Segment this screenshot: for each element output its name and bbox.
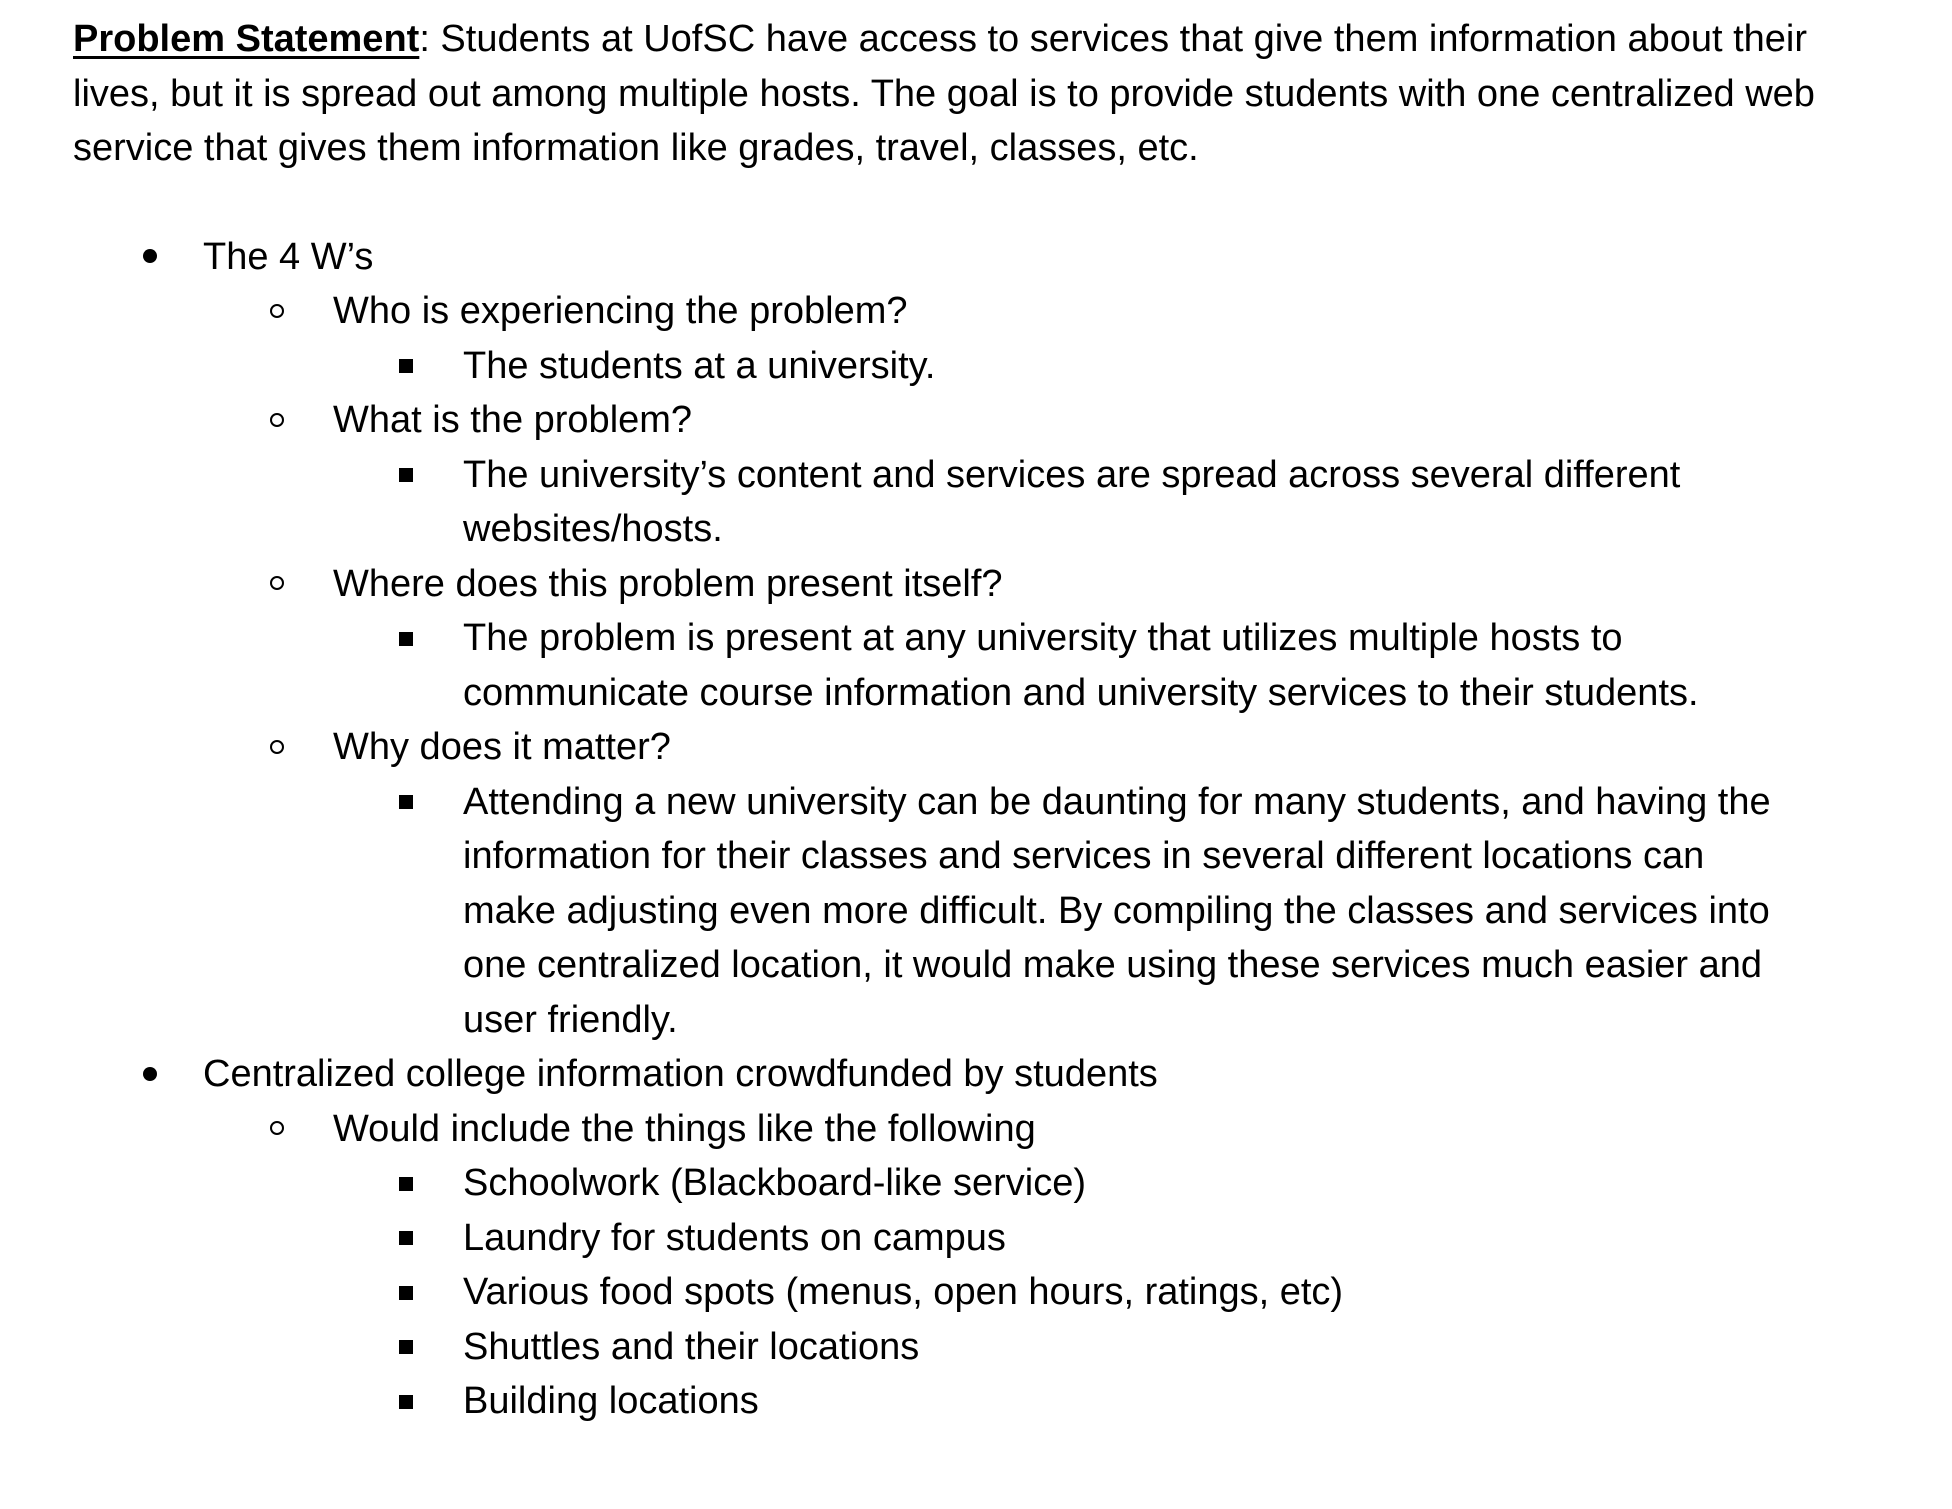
sub-sub-list: The students at a university.	[333, 339, 1893, 394]
list-item: Would include the things like the follow…	[73, 1102, 1893, 1429]
sub-sub-list: The problem is present at any university…	[333, 611, 1893, 720]
list-item: The problem is present at any university…	[73, 611, 1893, 720]
bullet-text: Centralized college information crowdfun…	[203, 1053, 1158, 1095]
item-text: The students at a university.	[463, 344, 936, 387]
square-bullet-icon	[391, 1211, 421, 1266]
list-item: The university’s content and services ar…	[73, 448, 1893, 557]
list-item: Centralized college information crowdfun…	[73, 1047, 1893, 1429]
item-text: Various food spots (menus, open hours, r…	[463, 1271, 1344, 1313]
list-item: Why does it matter? Attending a new univ…	[73, 720, 1893, 1047]
sub-bullet-text: Why does it matter?	[333, 726, 671, 768]
hollow-circle-bullet-icon	[262, 557, 292, 612]
list-item: Laundry for students on campus	[73, 1211, 1893, 1266]
bullet-list: The 4 W’s Who is experiencing the proble…	[73, 230, 1893, 1429]
item-text: The problem is present at any university…	[463, 617, 1699, 714]
sub-bullet-text: Would include the things like the follow…	[333, 1107, 1036, 1150]
hollow-circle-bullet-icon	[262, 720, 292, 775]
item-text: Attending a new university can be daunti…	[463, 780, 1771, 1041]
list-item: Building locations	[73, 1374, 1893, 1429]
list-item: Where does this problem present itself? …	[73, 557, 1893, 721]
square-bullet-icon	[391, 611, 421, 666]
sub-sub-list: The university’s content and services ar…	[333, 448, 1893, 557]
square-bullet-icon	[391, 339, 421, 394]
sub-list: Who is experiencing the problem? The stu…	[203, 284, 1893, 1047]
square-bullet-icon	[391, 1320, 421, 1375]
bullet-text: The 4 W’s	[203, 235, 374, 278]
hollow-circle-bullet-icon	[262, 1102, 292, 1157]
item-text: Building locations	[463, 1380, 759, 1422]
square-bullet-icon	[391, 448, 421, 503]
item-text: Laundry for students on campus	[463, 1216, 1006, 1259]
list-item: What is the problem? The university’s co…	[73, 393, 1893, 557]
hollow-circle-bullet-icon	[262, 393, 292, 448]
hollow-circle-bullet-icon	[262, 284, 292, 339]
sub-bullet-text: Where does this problem present itself?	[333, 562, 1003, 605]
list-item: Who is experiencing the problem? The stu…	[73, 284, 1893, 393]
filled-circle-bullet-icon	[135, 1047, 165, 1102]
list-item: Various food spots (menus, open hours, r…	[73, 1265, 1893, 1320]
sub-bullet-text: Who is experiencing the problem?	[333, 290, 908, 332]
list-item: The 4 W’s Who is experiencing the proble…	[73, 230, 1893, 1048]
item-text: The university’s content and services ar…	[463, 453, 1681, 551]
sub-sub-list: Attending a new university can be daunti…	[333, 775, 1893, 1048]
document-body: Problem Statement: Students at UofSC hav…	[73, 12, 1893, 1429]
filled-circle-bullet-icon	[135, 230, 165, 285]
list-item: Schoolwork (Blackboard-like service)	[73, 1156, 1893, 1211]
sub-bullet-text: What is the problem?	[333, 399, 693, 441]
square-bullet-icon	[391, 1265, 421, 1320]
square-bullet-icon	[391, 1374, 421, 1429]
item-text: Schoolwork (Blackboard-like service)	[463, 1162, 1086, 1204]
problem-statement-label: Problem Statement	[73, 18, 420, 60]
problem-statement-separator: :	[419, 18, 430, 60]
list-item: The students at a university.	[73, 339, 1893, 394]
list-item: Attending a new university can be daunti…	[73, 775, 1893, 1048]
square-bullet-icon	[391, 1156, 421, 1211]
list-item: Shuttles and their locations	[73, 1320, 1893, 1375]
square-bullet-icon	[391, 775, 421, 830]
sub-sub-list: Schoolwork (Blackboard-like service) Lau…	[333, 1156, 1893, 1429]
problem-statement-paragraph: Problem Statement: Students at UofSC hav…	[73, 12, 1833, 176]
item-text: Shuttles and their locations	[463, 1325, 920, 1368]
sub-list: Would include the things like the follow…	[203, 1102, 1893, 1429]
